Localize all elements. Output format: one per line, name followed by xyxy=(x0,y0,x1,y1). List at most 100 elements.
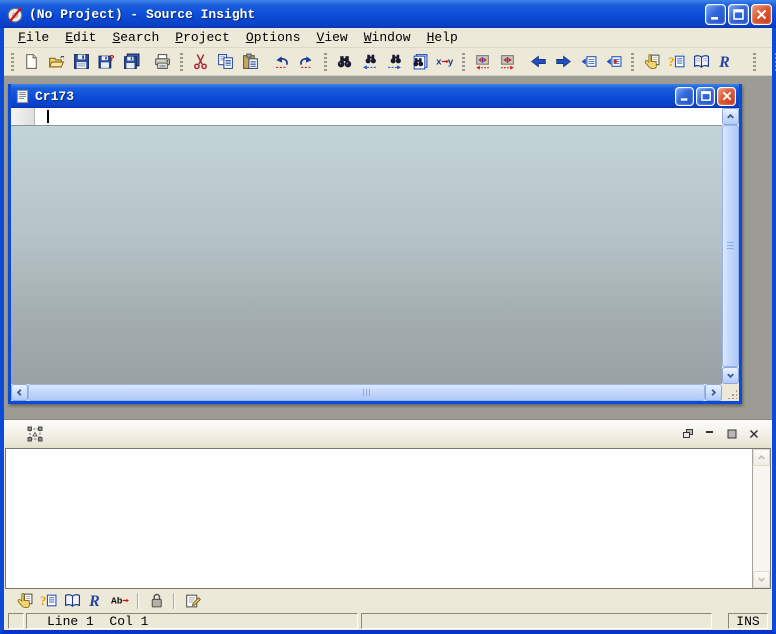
save-all-icon xyxy=(124,53,140,69)
new-file-button[interactable] xyxy=(19,50,44,74)
panel-lock-button[interactable] xyxy=(144,590,168,611)
editor-vertical-scrollbar[interactable] xyxy=(722,108,739,384)
save-as-button[interactable]: ? xyxy=(94,50,119,74)
menu-project[interactable]: Project xyxy=(167,29,238,46)
panel-vertical-scrollbar[interactable] xyxy=(752,449,770,588)
panel-scroll-track[interactable] xyxy=(753,466,770,571)
document-window: Cr173 xyxy=(8,84,742,404)
relation-window-button[interactable]: R xyxy=(714,50,739,74)
panel-help-book-button[interactable] xyxy=(60,590,84,611)
replace-button[interactable]: xy xyxy=(432,50,457,74)
minimize-button[interactable] xyxy=(705,3,726,25)
search-in-files-icon xyxy=(413,54,428,70)
browse-symbols-icon xyxy=(17,593,32,608)
status-message-panel xyxy=(361,613,712,629)
menu-help[interactable]: Help xyxy=(419,29,466,46)
panel-browse-symbols-button[interactable] xyxy=(12,590,36,611)
toolbar-separator xyxy=(137,592,139,609)
copy-button[interactable] xyxy=(213,50,238,74)
toolbar-grip[interactable] xyxy=(753,52,756,71)
panel-maximize-button[interactable] xyxy=(723,426,740,442)
menu-file[interactable]: File xyxy=(10,29,57,46)
resize-grip[interactable] xyxy=(722,384,739,401)
search-in-files-button[interactable] xyxy=(407,50,432,74)
relation-panel-canvas[interactable] xyxy=(6,449,752,588)
menu-window[interactable]: Window xyxy=(356,29,419,46)
menu-view[interactable]: View xyxy=(309,29,356,46)
titlebar[interactable]: (No Project) - Source Insight xyxy=(0,0,776,28)
panel-scroll-up-button[interactable] xyxy=(753,449,770,466)
menu-edit[interactable]: Edit xyxy=(57,29,104,46)
editor-background[interactable] xyxy=(11,126,722,384)
maximize-icon xyxy=(700,91,711,101)
selection-margin[interactable] xyxy=(11,108,35,125)
document-close-button[interactable] xyxy=(717,86,736,106)
toolbar-grip[interactable] xyxy=(180,52,183,71)
context-window-icon: ? xyxy=(40,594,56,608)
dock-window-icon xyxy=(682,429,693,438)
maximize-button[interactable] xyxy=(728,3,749,25)
svg-text:x: x xyxy=(436,57,442,68)
chevron-right-icon xyxy=(711,389,717,396)
find-previous-button[interactable] xyxy=(357,50,382,74)
toolbar-grip[interactable] xyxy=(11,52,14,71)
panel-properties-button[interactable] xyxy=(180,590,204,611)
scroll-down-button[interactable] xyxy=(722,367,739,384)
redo-button[interactable] xyxy=(294,50,319,74)
cut-button[interactable] xyxy=(188,50,213,74)
editor-line-1[interactable] xyxy=(11,108,722,125)
undo-button[interactable] xyxy=(269,50,294,74)
print-button[interactable] xyxy=(150,50,175,74)
panel-rename-button[interactable]: Ab xyxy=(108,590,132,611)
panel-relation-window-button[interactable]: R xyxy=(84,590,108,611)
open-file-button[interactable] xyxy=(44,50,69,74)
menu-search[interactable]: Search xyxy=(104,29,167,46)
help-book-icon xyxy=(64,594,80,608)
scroll-left-button[interactable] xyxy=(11,384,28,401)
panel-close-button[interactable] xyxy=(745,426,762,442)
maximize-icon xyxy=(733,8,744,20)
browse-symbols-button[interactable] xyxy=(639,50,664,74)
close-button[interactable] xyxy=(751,3,772,25)
rename-icon: Ab xyxy=(111,596,129,607)
help-book-button[interactable] xyxy=(689,50,714,74)
panel-context-window-button[interactable]: ? xyxy=(36,590,60,611)
document-maximize-button[interactable] xyxy=(696,86,715,106)
scroll-right-button[interactable] xyxy=(705,384,722,401)
paste-button[interactable] xyxy=(238,50,263,74)
toolbar-grip[interactable] xyxy=(631,52,634,71)
panel-dock-button[interactable] xyxy=(679,426,696,442)
editor-horizontal-scrollbar[interactable] xyxy=(11,384,722,401)
context-window-button[interactable]: ? xyxy=(664,50,689,74)
save-button[interactable] xyxy=(69,50,94,74)
toolbar-grip[interactable] xyxy=(462,52,465,71)
jump-to-previous-link-button[interactable] xyxy=(470,50,495,74)
go-to-next-item-button[interactable] xyxy=(601,50,626,74)
editor-surface[interactable] xyxy=(11,108,722,384)
scroll-up-button[interactable] xyxy=(722,108,739,125)
find-next-button[interactable] xyxy=(382,50,407,74)
menubar: File Edit Search Project Options View Wi… xyxy=(4,28,772,48)
vertical-scroll-thumb[interactable] xyxy=(722,125,739,367)
relation-panel-content[interactable] xyxy=(5,448,771,589)
relation-panel-header[interactable] xyxy=(4,420,772,448)
menu-options[interactable]: Options xyxy=(238,29,309,46)
panel-minimize-button[interactable] xyxy=(701,426,718,442)
jump-to-next-link-icon xyxy=(501,55,514,70)
go-back-button[interactable] xyxy=(526,50,551,74)
relation-panel-toolbar: ? R Ab xyxy=(4,589,772,612)
horizontal-scroll-thumb[interactable] xyxy=(28,384,705,401)
document-titlebar[interactable]: Cr173 xyxy=(11,84,739,108)
undo-icon xyxy=(276,56,288,68)
go-forward-button[interactable] xyxy=(551,50,576,74)
toolbar-grip[interactable] xyxy=(324,52,327,71)
go-to-previous-item-icon xyxy=(581,56,597,67)
document-minimize-button[interactable] xyxy=(675,86,694,106)
save-all-button[interactable] xyxy=(119,50,144,74)
jump-to-next-link-button[interactable] xyxy=(495,50,520,74)
go-to-previous-item-button[interactable] xyxy=(576,50,601,74)
panel-scroll-down-button[interactable] xyxy=(753,571,770,588)
find-button[interactable] xyxy=(332,50,357,74)
relation-window-icon: R xyxy=(88,593,100,609)
chevron-up-icon xyxy=(758,454,765,460)
